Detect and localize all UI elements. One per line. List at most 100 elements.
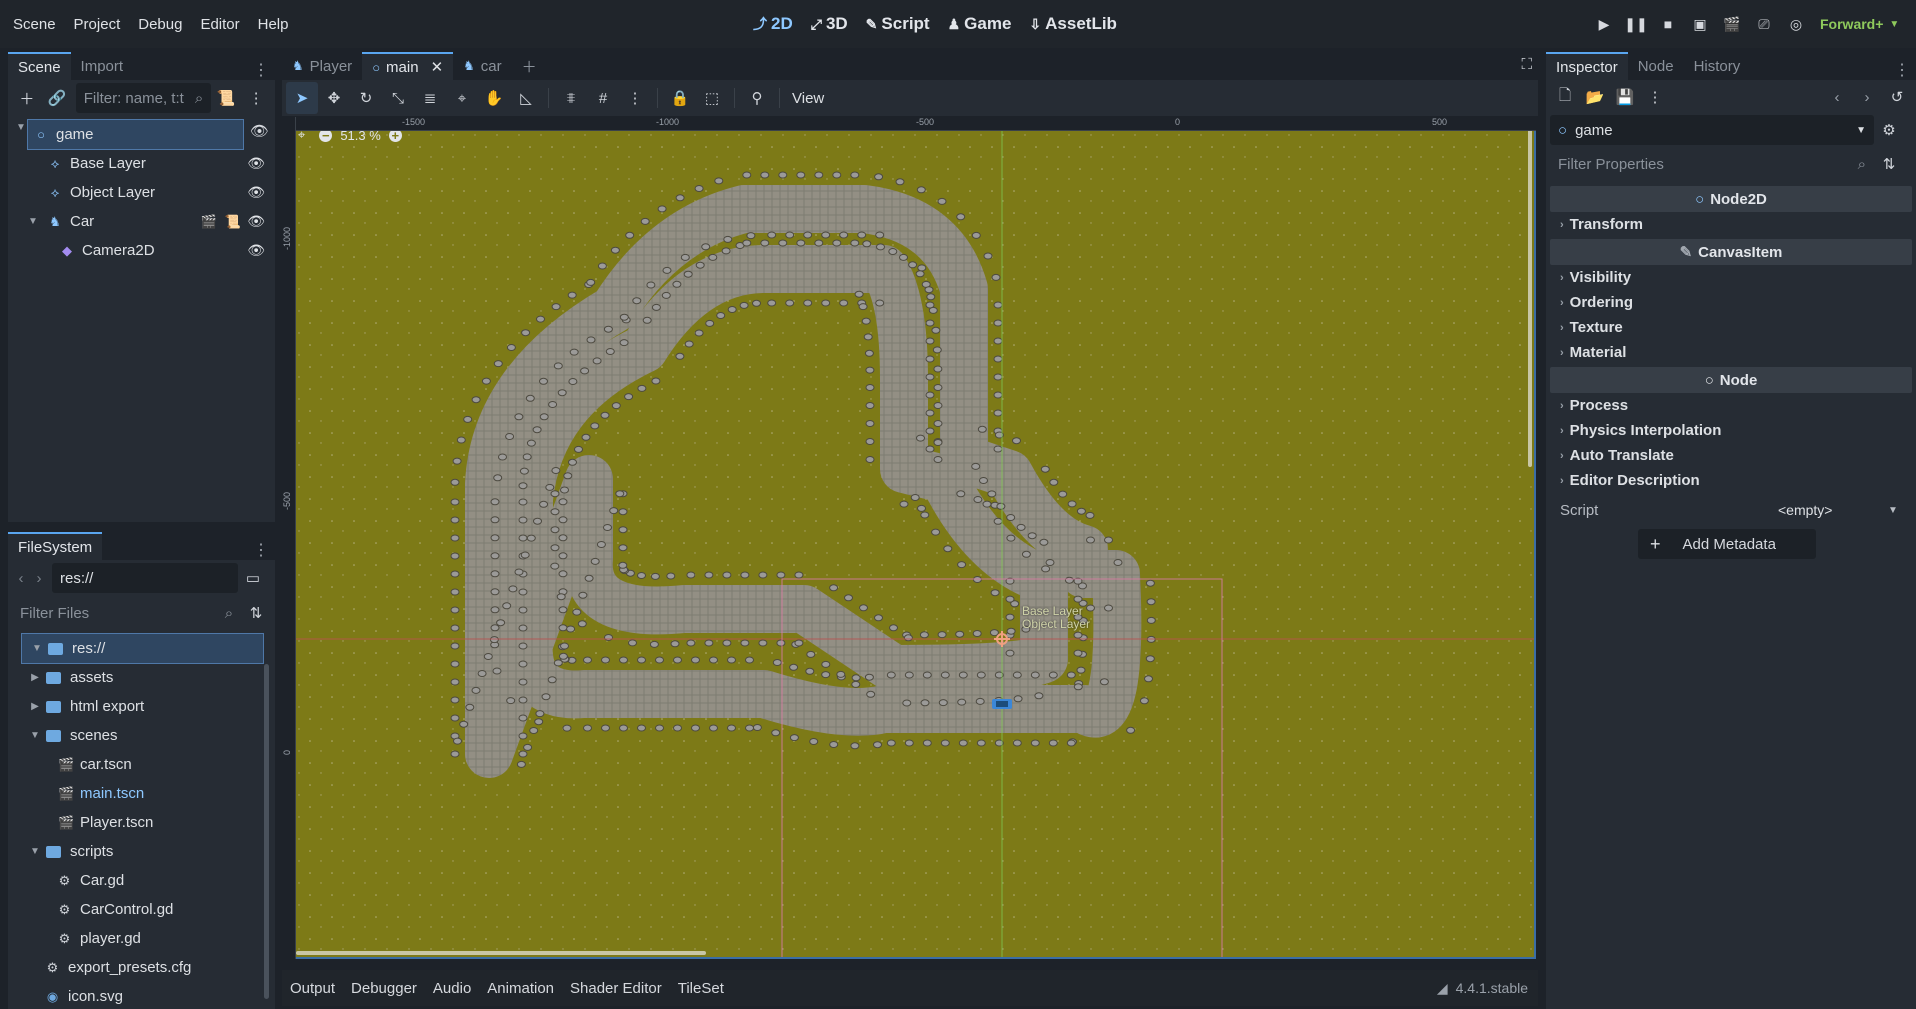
tab-history[interactable]: History (1684, 52, 1751, 80)
expand-arrow-icon[interactable]: ▼ (28, 846, 42, 857)
bottom-tab-output[interactable]: Output (282, 980, 343, 997)
close-icon[interactable]: ✕ (431, 58, 444, 76)
section-canvasitem[interactable]: ✎ CanvasItem (1550, 239, 1912, 265)
filesystem-item[interactable]: ⚙ CarControl.gd (8, 895, 275, 924)
tab-scene[interactable]: Scene (8, 52, 71, 80)
editor-tab-main[interactable]: ○ main ✕ (362, 52, 454, 80)
property-group-texture[interactable]: › Texture (1546, 315, 1916, 340)
object-selector[interactable]: ○ game ▼ (1550, 115, 1874, 145)
resource-options-button[interactable]: ⋮ (1640, 82, 1670, 112)
history-forward-button[interactable]: › (1852, 82, 1882, 112)
expand-arrow-icon[interactable]: ▼ (28, 730, 42, 741)
rotate-tool-button[interactable]: ↻ (350, 82, 382, 114)
property-filter-input[interactable]: Filter Properties ⌕ (1550, 149, 1874, 179)
expand-arrow-icon[interactable]: ▼ (26, 216, 40, 227)
script-value[interactable]: <empty> (1778, 502, 1888, 518)
mode-2d-button[interactable]: ⤴ 2D (744, 0, 802, 48)
bottom-tab-debugger[interactable]: Debugger (343, 980, 425, 997)
bottom-tab-audio[interactable]: Audio (425, 980, 479, 997)
bone-button[interactable]: ⚲ (741, 82, 773, 114)
back-icon[interactable]: ‹ (12, 563, 30, 593)
eye-icon[interactable]: 👁 (250, 122, 269, 140)
mode-game-button[interactable]: ♟ Game (939, 0, 1021, 48)
tab-filesystem[interactable]: FileSystem (8, 532, 103, 560)
expand-arrow-icon[interactable]: ▼ (16, 122, 26, 133)
filesystem-item[interactable]: 🎬 car.tscn (8, 750, 275, 779)
property-group-process[interactable]: › Process (1546, 393, 1916, 418)
sort-button[interactable]: ⇅ (241, 598, 271, 628)
horizontal-scrollbar[interactable] (296, 951, 706, 955)
menu-project[interactable]: Project (65, 0, 130, 48)
editor-tab-car[interactable]: ♞ car (453, 52, 512, 80)
bottom-tab-animation[interactable]: Animation (479, 980, 562, 997)
eye-icon[interactable]: 👁 (247, 242, 265, 259)
open-resource-button[interactable]: 📂 (1580, 82, 1610, 112)
add-node-button[interactable]: ＋ (12, 83, 42, 113)
scene-options-button[interactable]: ⋮ (241, 83, 271, 113)
pivot-tool-button[interactable]: ⌖ (446, 82, 478, 114)
tab-import[interactable]: Import (71, 52, 134, 80)
car-sprite[interactable] (992, 699, 1012, 709)
property-group-material[interactable]: › Material (1546, 340, 1916, 365)
new-tab-button[interactable]: ＋ (512, 52, 547, 80)
filesystem-item[interactable]: ▼ res:// (21, 633, 264, 664)
eye-icon[interactable]: 👁 (247, 184, 265, 201)
play-button[interactable]: ▶ (1588, 0, 1620, 48)
chevron-down-icon[interactable]: ▼ (1888, 505, 1898, 516)
select-tool-button[interactable]: ➤ (286, 82, 318, 114)
snap-options-button[interactable]: ⋮ (619, 82, 651, 114)
tab-inspector[interactable]: Inspector (1546, 52, 1628, 80)
tree-node-camera2d[interactable]: ◆ Camera2D 👁 (10, 236, 273, 265)
property-group-editor-description[interactable]: › Editor Description (1546, 468, 1916, 493)
lock-button[interactable]: 🔒 (664, 82, 696, 114)
history-back-button[interactable]: ‹ (1822, 82, 1852, 112)
menu-editor[interactable]: Editor (191, 0, 248, 48)
filesystem-scrollbar[interactable] (264, 664, 269, 999)
list-select-button[interactable]: ≣ (414, 82, 446, 114)
tree-node-car[interactable]: ▼ ♞ Car 🎬 📜 👁 (10, 207, 273, 236)
new-resource-button[interactable]: 🗋 (1550, 82, 1580, 112)
group-button[interactable]: ⬚ (696, 82, 728, 114)
play-custom-scene-button[interactable]: ⎚ (1748, 0, 1780, 48)
smart-snap-button[interactable]: ⩨ (555, 82, 587, 114)
property-group-physics-interpolation[interactable]: › Physics Interpolation (1546, 418, 1916, 443)
filesystem-item[interactable]: ▶ html export (8, 692, 275, 721)
save-resource-button[interactable]: 💾 (1610, 82, 1640, 112)
property-group-transform[interactable]: › Transform (1546, 212, 1916, 237)
menu-debug[interactable]: Debug (129, 0, 191, 48)
property-group-ordering[interactable]: › Ordering (1546, 290, 1916, 315)
tree-node-game[interactable]: ○ game (27, 119, 244, 150)
filesystem-item[interactable]: ◉ icon.svg (8, 982, 275, 1009)
split-view-button[interactable]: ▭ (238, 563, 268, 593)
bottom-tab-shader-editor[interactable]: Shader Editor (562, 980, 670, 997)
eye-icon[interactable]: 👁 (247, 155, 265, 172)
kebab-menu-icon[interactable]: ⋮ (253, 60, 275, 80)
property-group-auto-translate[interactable]: › Auto Translate (1546, 443, 1916, 468)
filesystem-item[interactable]: ⚙ player.gd (8, 924, 275, 953)
renderer-select[interactable]: Forward+ ▼ (1820, 0, 1899, 48)
bottom-tab-tileset[interactable]: TileSet (670, 980, 732, 997)
property-sort-button[interactable]: ⇅ (1874, 149, 1904, 179)
collapse-arrow-icon[interactable]: ▶ (28, 701, 42, 712)
section-node2d[interactable]: ○ Node2D (1550, 186, 1912, 212)
version-label[interactable]: ◢ 4.4.1.stable (1437, 980, 1528, 997)
grid-snap-button[interactable]: # (587, 82, 619, 114)
expand-arrow-icon[interactable]: ▼ (30, 643, 44, 654)
canvas-viewport[interactable]: Base Layer Object Layer ⌖ − 51.3 % + (282, 117, 1536, 959)
tree-node-base-layer[interactable]: ⟡ Base Layer 👁 (10, 149, 273, 178)
vertical-scrollbar[interactable] (1528, 127, 1532, 467)
editor-tab-player[interactable]: ♞ Player (282, 52, 362, 80)
add-metadata-button[interactable]: + Add Metadata (1638, 529, 1816, 559)
scale-tool-button[interactable]: ⤡ (382, 82, 414, 114)
instance-scene-button[interactable]: 🔗 (42, 83, 72, 113)
kebab-menu-icon[interactable]: ⋮ (253, 540, 275, 560)
object-history-button[interactable]: ↺ (1882, 82, 1912, 112)
move-tool-button[interactable]: ✥ (318, 82, 350, 114)
filesystem-filter-input[interactable]: Filter Files ⌕ (12, 598, 241, 628)
tab-node[interactable]: Node (1628, 52, 1684, 80)
filesystem-item[interactable]: ⚙ export_presets.cfg (8, 953, 275, 982)
menu-scene[interactable]: Scene (4, 0, 65, 48)
filesystem-item[interactable]: 🎬 Player.tscn (8, 808, 275, 837)
filesystem-path-input[interactable]: res:// (52, 563, 238, 593)
filesystem-item[interactable]: 🎬 main.tscn (8, 779, 275, 808)
